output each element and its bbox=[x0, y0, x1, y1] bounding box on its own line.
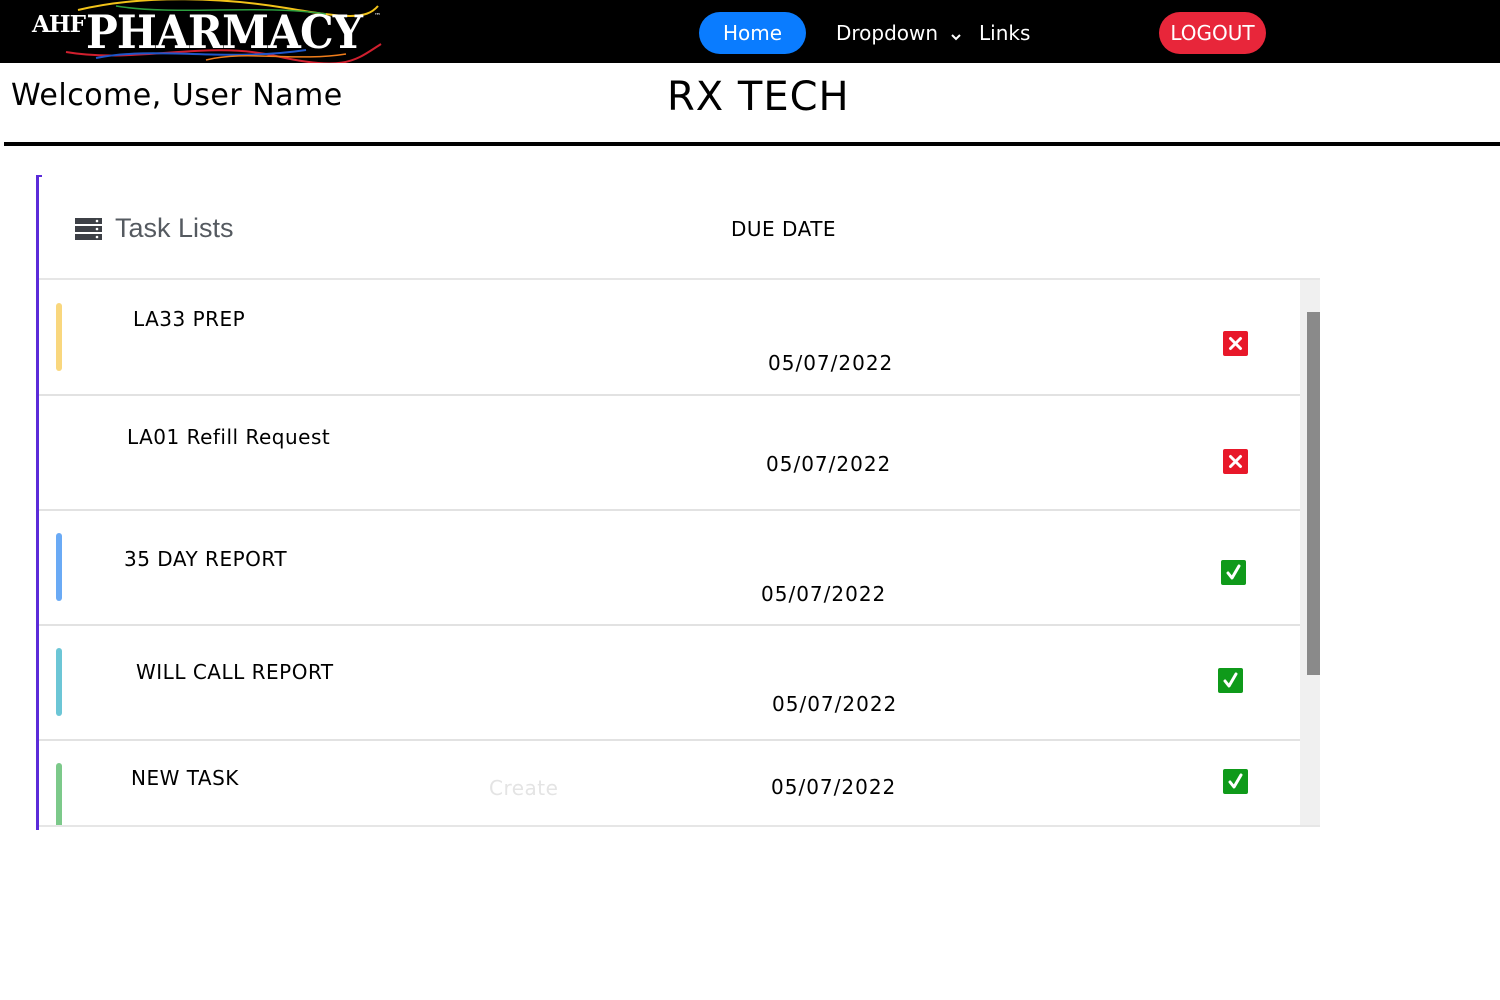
nav-links[interactable]: Links bbox=[979, 12, 1030, 54]
logo-prefix: AHF bbox=[32, 11, 86, 38]
x-mark-icon[interactable] bbox=[1223, 449, 1248, 474]
logo-wordmark: PHARMACY bbox=[86, 5, 363, 59]
page-title: RX TECH bbox=[667, 74, 850, 120]
create-task-placeholder[interactable]: Create bbox=[489, 776, 558, 800]
header-divider bbox=[4, 142, 1500, 146]
checkmark-icon[interactable] bbox=[1221, 560, 1246, 585]
navbar: AHF PHARMACY ™ Home Dropdown Links LOGOU… bbox=[0, 0, 1500, 63]
ahf-pharmacy-logo[interactable]: AHF PHARMACY ™ bbox=[26, 0, 386, 63]
task-due-date: 05/07/2022 bbox=[766, 452, 892, 476]
task-row[interactable]: LA33 PREP 05/07/2022 bbox=[39, 280, 1300, 396]
task-row[interactable]: LA01 Refill Request 05/07/2022 bbox=[39, 395, 1300, 511]
nav-dropdown[interactable]: Dropdown bbox=[836, 12, 962, 54]
task-name[interactable]: LA33 PREP bbox=[133, 307, 245, 331]
task-lists-heading: Task Lists bbox=[75, 212, 234, 244]
server-list-icon bbox=[75, 215, 102, 247]
task-lists-label: Task Lists bbox=[115, 213, 234, 243]
task-due-date: 05/07/2022 bbox=[771, 775, 897, 799]
chevron-down-icon bbox=[950, 14, 962, 56]
task-name[interactable]: LA01 Refill Request bbox=[127, 425, 330, 449]
x-mark-icon[interactable] bbox=[1223, 331, 1248, 356]
task-list[interactable]: LA33 PREP 05/07/2022 LA01 Refill Request… bbox=[39, 280, 1300, 827]
task-name[interactable]: 35 DAY REPORT bbox=[124, 547, 287, 571]
task-due-date: 05/07/2022 bbox=[772, 692, 898, 716]
nav-home-button[interactable]: Home bbox=[699, 12, 806, 54]
due-date-column-header: DUE DATE bbox=[731, 217, 837, 241]
task-due-date: 05/07/2022 bbox=[768, 351, 894, 375]
logo-trademark: ™ bbox=[374, 12, 381, 20]
panel-corner bbox=[36, 175, 42, 177]
task-row[interactable]: NEW TASK Create 05/07/2022 bbox=[39, 740, 1300, 827]
task-row[interactable]: 35 DAY REPORT 05/07/2022 bbox=[39, 510, 1300, 626]
checkmark-icon[interactable] bbox=[1223, 769, 1248, 794]
task-row[interactable]: WILL CALL REPORT 05/07/2022 bbox=[39, 625, 1300, 741]
checkmark-icon[interactable] bbox=[1218, 668, 1243, 693]
task-accent-bar bbox=[56, 303, 62, 371]
task-accent-bar bbox=[56, 763, 62, 827]
list-scrollbar-thumb[interactable] bbox=[1307, 312, 1320, 675]
logout-button[interactable]: LOGOUT bbox=[1159, 12, 1266, 54]
welcome-message: Welcome, User Name bbox=[11, 78, 343, 113]
task-accent-bar bbox=[56, 648, 62, 716]
task-name[interactable]: NEW TASK bbox=[131, 766, 239, 790]
task-due-date: 05/07/2022 bbox=[761, 582, 887, 606]
nav-dropdown-label: Dropdown bbox=[836, 21, 939, 45]
list-bottom-border bbox=[39, 825, 1320, 827]
task-name[interactable]: WILL CALL REPORT bbox=[136, 660, 334, 684]
task-accent-bar bbox=[56, 533, 62, 601]
